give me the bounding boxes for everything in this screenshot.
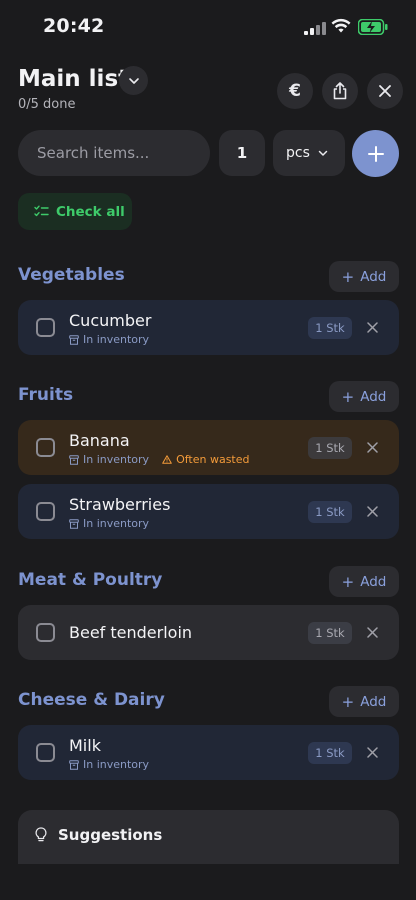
chevron-down-icon [128,77,139,84]
archive-box-icon [69,759,79,770]
item-name: Strawberries [69,495,171,514]
inventory-status: In inventory Often wasted [69,453,250,466]
euro-icon: € [289,81,301,101]
unit-label: pcs [286,145,310,161]
inventory-label: In inventory [83,333,150,346]
item-checkbox[interactable] [36,502,55,521]
plus-icon [367,145,384,162]
inventory-status: In inventory [69,333,149,346]
wifi-icon [331,18,351,33]
remove-item-button[interactable] [364,624,381,641]
list-item[interactable]: Beef tenderloin 1 Stk [18,605,399,660]
lightbulb-icon [35,827,47,842]
share-icon [333,82,347,100]
cellular-signal-icon [304,22,326,35]
status-bar: 20:42 [0,0,416,56]
add-label: Add [360,268,387,285]
inventory-label: In inventory [83,517,150,530]
list-item[interactable]: Banana In inventory Often wasted 1 Stk [18,420,399,475]
item-checkbox[interactable] [36,318,55,337]
list-item[interactable]: Milk In inventory 1 Stk [18,725,399,780]
section-title-vegetables: Vegetables [18,265,125,285]
add-label: Add [360,693,387,710]
chevron-down-icon [318,150,328,156]
close-icon [367,442,378,453]
share-button[interactable] [322,73,358,109]
battery-charging-icon [358,19,388,35]
list-switcher-button[interactable] [119,66,148,95]
close-icon [367,627,378,638]
archive-box-icon [69,454,79,465]
plus-icon: + [341,387,355,406]
plus-icon: + [341,267,355,286]
archive-box-icon [69,334,79,345]
section-title-fruits: Fruits [18,385,74,405]
quantity-field[interactable]: 1 [219,130,265,176]
plus-icon: + [341,692,355,711]
waste-warning: Often wasted [162,453,250,466]
inventory-label: In inventory [83,758,150,771]
item-name: Milk [69,736,101,755]
item-checkbox[interactable] [36,743,55,762]
currency-button[interactable]: € [277,73,313,109]
checklist-icon [34,205,49,217]
add-to-meat-poultry-button[interactable]: + Add [329,566,399,597]
quantity-badge[interactable]: 1 Stk [308,317,352,339]
list-item[interactable]: Cucumber In inventory 1 Stk [18,300,399,355]
remove-item-button[interactable] [364,744,381,761]
status-time: 20:42 [43,15,105,37]
add-label: Add [360,388,387,405]
close-icon [379,85,391,97]
item-name: Beef tenderloin [69,623,193,642]
section-title-meat-poultry: Meat & Poultry [18,570,163,590]
section-title-cheese-dairy: Cheese & Dairy [18,690,165,710]
remove-item-button[interactable] [364,319,381,336]
close-button[interactable] [367,73,403,109]
close-icon [367,322,378,333]
remove-item-button[interactable] [364,503,381,520]
suggestions-title: Suggestions [58,826,163,844]
item-name: Cucumber [69,311,152,330]
quantity-badge[interactable]: 1 Stk [308,437,352,459]
add-item-button[interactable] [352,130,399,177]
add-to-vegetables-button[interactable]: + Add [329,261,399,292]
remove-item-button[interactable] [364,439,381,456]
item-name: Banana [69,431,130,450]
add-to-cheese-dairy-button[interactable]: + Add [329,686,399,717]
inventory-label: In inventory [83,453,150,466]
archive-box-icon [69,518,79,529]
quantity-badge[interactable]: 1 Stk [308,501,352,523]
list-item[interactable]: Strawberries In inventory 1 Stk [18,484,399,539]
inventory-status: In inventory [69,758,149,771]
plus-icon: + [341,572,355,591]
waste-warning-label: Often wasted [176,453,250,466]
search-input[interactable]: Search items... [18,130,210,176]
progress-text: 0/5 done [18,97,76,112]
check-all-button[interactable]: Check all [18,193,132,230]
close-icon [367,747,378,758]
suggestions-panel[interactable]: Suggestions [18,810,399,864]
item-checkbox[interactable] [36,438,55,457]
unit-select[interactable]: pcs [273,130,345,176]
page-title: Main list [18,66,130,92]
check-all-label: Check all [56,203,125,220]
warning-triangle-icon [162,455,172,464]
item-checkbox[interactable] [36,623,55,642]
quantity-badge[interactable]: 1 Stk [308,742,352,764]
add-to-fruits-button[interactable]: + Add [329,381,399,412]
quantity-badge[interactable]: 1 Stk [308,622,352,644]
inventory-status: In inventory [69,517,149,530]
close-icon [367,506,378,517]
add-label: Add [360,573,387,590]
